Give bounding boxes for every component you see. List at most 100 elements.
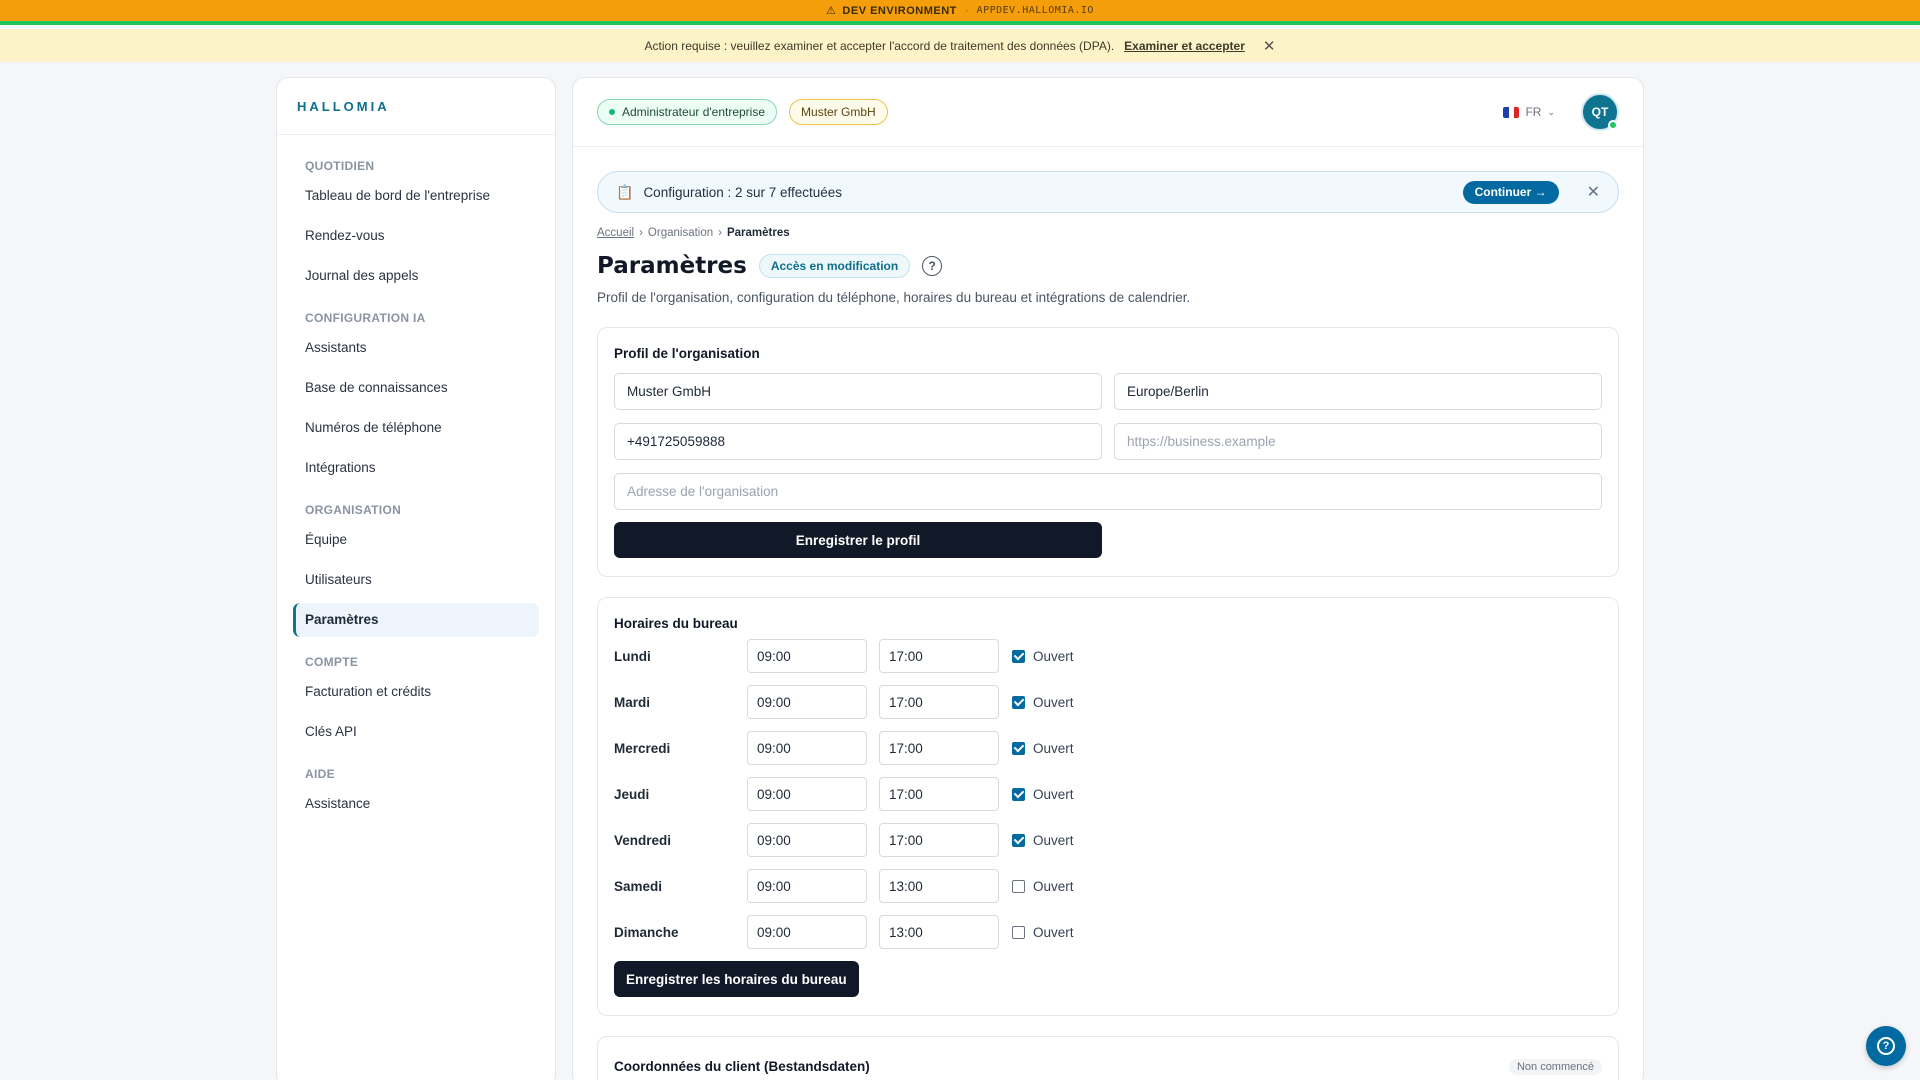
dev-environment-banner: ⚠ DEV ENVIRONMENT · APPDEV.HALLOMIA.IO	[0, 0, 1920, 25]
sidebar-item[interactable]: Rendez-vous	[293, 219, 539, 253]
open-checkbox[interactable]: Ouvert	[1012, 879, 1074, 894]
hours-row: Lundi Ouvert	[614, 639, 1602, 673]
profile-heading: Profil de l'organisation	[614, 346, 760, 361]
open-checkbox[interactable]: Ouvert	[1012, 833, 1074, 848]
breadcrumb-section[interactable]: Organisation	[648, 227, 713, 239]
open-checkbox[interactable]: Ouvert	[1012, 741, 1074, 756]
checkbox-checked-icon[interactable]	[1012, 787, 1025, 801]
breadcrumb-separator: ›	[639, 227, 643, 239]
phone-input[interactable]	[614, 423, 1102, 460]
sidebar-item[interactable]: Clés API	[293, 715, 539, 749]
save-profile-button[interactable]: Enregistrer le profil	[614, 522, 1102, 558]
avatar[interactable]: QT	[1581, 93, 1619, 131]
timezone-input[interactable]	[1114, 373, 1602, 410]
open-label: Ouvert	[1033, 832, 1074, 848]
avatar-initials: QT	[1591, 105, 1609, 119]
hours-row: Mardi Ouvert	[614, 685, 1602, 719]
end-time-input[interactable]	[879, 731, 999, 765]
chevron-down-icon: ⌄	[1547, 106, 1555, 117]
warning-icon: ⚠	[826, 5, 837, 17]
sidebar: HALLOMIA QUOTIDIEN Tableau de bord de l'e…	[276, 77, 556, 1080]
day-label: Vendredi	[614, 832, 672, 848]
day-label: Mercredi	[614, 740, 671, 756]
help-circle-icon[interactable]: ?	[922, 256, 943, 276]
start-time-input[interactable]	[747, 823, 867, 857]
dev-environment-text: DEV ENVIRONMENT	[842, 4, 957, 17]
breadcrumb-home[interactable]: Accueil	[597, 227, 634, 239]
end-time-input[interactable]	[879, 915, 999, 949]
sidebar-item[interactable]: Équipe	[293, 523, 539, 557]
open-label: Ouvert	[1033, 786, 1074, 802]
hours-row: Samedi Ouvert	[614, 869, 1602, 903]
open-label: Ouvert	[1033, 694, 1074, 710]
status-badge: Non commencé	[1508, 1059, 1602, 1075]
topbar: Administrateur d'entreprise Muster GmbH …	[573, 78, 1643, 147]
help-button[interactable]: ?	[1866, 1026, 1906, 1066]
status-dot	[609, 109, 615, 115]
start-time-input[interactable]	[747, 777, 867, 811]
breadcrumb: Accueil › Organisation › Paramètres	[597, 227, 1619, 239]
dev-host: APPDEV.HALLOMIA.IO	[976, 5, 1094, 16]
nav-section-title: ORGANISATION	[305, 503, 402, 517]
dpa-action-banner: Action requise : veuillez examiner et ac…	[0, 29, 1920, 62]
close-icon[interactable]: ✕	[1263, 37, 1276, 55]
dev-banner-separator: ·	[964, 4, 969, 17]
sidebar-item[interactable]: Intégrations	[293, 451, 539, 485]
breadcrumb-separator: ›	[718, 227, 722, 239]
save-hours-button[interactable]: Enregistrer les horaires du bureau	[614, 961, 859, 997]
start-time-input[interactable]	[747, 685, 867, 719]
nav-section-title: QUOTIDIEN	[305, 159, 375, 173]
start-time-input[interactable]	[747, 731, 867, 765]
end-time-input[interactable]	[879, 823, 999, 857]
sidebar-item[interactable]: Paramètres	[293, 603, 539, 637]
start-time-input[interactable]	[747, 915, 867, 949]
sidebar-item[interactable]: Base de connaissances	[293, 371, 539, 405]
org-name-input[interactable]	[614, 373, 1102, 410]
nav-section-title: CONFIGURATION IA	[305, 311, 426, 325]
end-time-input[interactable]	[879, 685, 999, 719]
end-time-input[interactable]	[879, 777, 999, 811]
language-selector[interactable]: FR ⌄	[1503, 105, 1555, 119]
role-chip-label: Administrateur d'entreprise	[622, 105, 766, 119]
open-label: Ouvert	[1033, 740, 1074, 756]
hours-row: Dimanche Ouvert	[614, 915, 1602, 949]
dpa-review-link[interactable]: Examiner et accepter	[1124, 39, 1245, 53]
open-label: Ouvert	[1033, 924, 1074, 940]
checkbox-checked-icon[interactable]	[1012, 695, 1025, 709]
end-time-input[interactable]	[879, 869, 999, 903]
website-input[interactable]	[1114, 423, 1602, 460]
hours-list: LundiOuvertMardiOuvertMercrediOuvertJeud…	[614, 639, 1602, 949]
start-time-input[interactable]	[747, 869, 867, 903]
address-input[interactable]	[614, 473, 1602, 510]
continue-button[interactable]: Continuer →	[1462, 180, 1559, 204]
checkbox-unchecked-icon[interactable]	[1012, 925, 1025, 939]
sidebar-item[interactable]: Assistants	[293, 331, 539, 365]
customer-data-card: Coordonnées du client (Bestandsdaten) No…	[597, 1036, 1619, 1080]
checkbox-checked-icon[interactable]	[1012, 833, 1025, 847]
checkbox-checked-icon[interactable]	[1012, 649, 1025, 663]
start-time-input[interactable]	[747, 639, 867, 673]
end-time-input[interactable]	[879, 639, 999, 673]
org-chip[interactable]: Muster GmbH	[789, 99, 888, 125]
dpa-message: Action requise : veuillez examiner et ac…	[644, 38, 1115, 53]
close-icon[interactable]: ✕	[1587, 182, 1600, 202]
sidebar-item[interactable]: Utilisateurs	[293, 563, 539, 597]
sidebar-nav: QUOTIDIEN Tableau de bord de l'entreprise…	[277, 159, 555, 821]
access-badge: Accès en modification	[758, 254, 911, 278]
page-subtitle: Profil de l'organisation, configuration …	[597, 290, 1191, 305]
brand-logo[interactable]: HALLOMIA	[277, 78, 555, 135]
dev-environment-label: ⚠ DEV ENVIRONMENT	[826, 4, 957, 18]
sidebar-item[interactable]: Assistance	[293, 787, 539, 821]
open-checkbox[interactable]: Ouvert	[1012, 695, 1074, 710]
day-label: Mardi	[614, 694, 651, 710]
open-checkbox[interactable]: Ouvert	[1012, 925, 1074, 940]
checkbox-checked-icon[interactable]	[1012, 741, 1025, 755]
open-checkbox[interactable]: Ouvert	[1012, 787, 1074, 802]
hours-heading: Horaires du bureau	[614, 616, 738, 631]
sidebar-item[interactable]: Facturation et crédits	[293, 675, 539, 709]
open-checkbox[interactable]: Ouvert	[1012, 649, 1074, 664]
sidebar-item[interactable]: Numéros de téléphone	[293, 411, 539, 445]
sidebar-item[interactable]: Journal des appels	[293, 259, 539, 293]
sidebar-item[interactable]: Tableau de bord de l'entreprise	[293, 179, 539, 213]
checkbox-unchecked-icon[interactable]	[1012, 879, 1025, 893]
